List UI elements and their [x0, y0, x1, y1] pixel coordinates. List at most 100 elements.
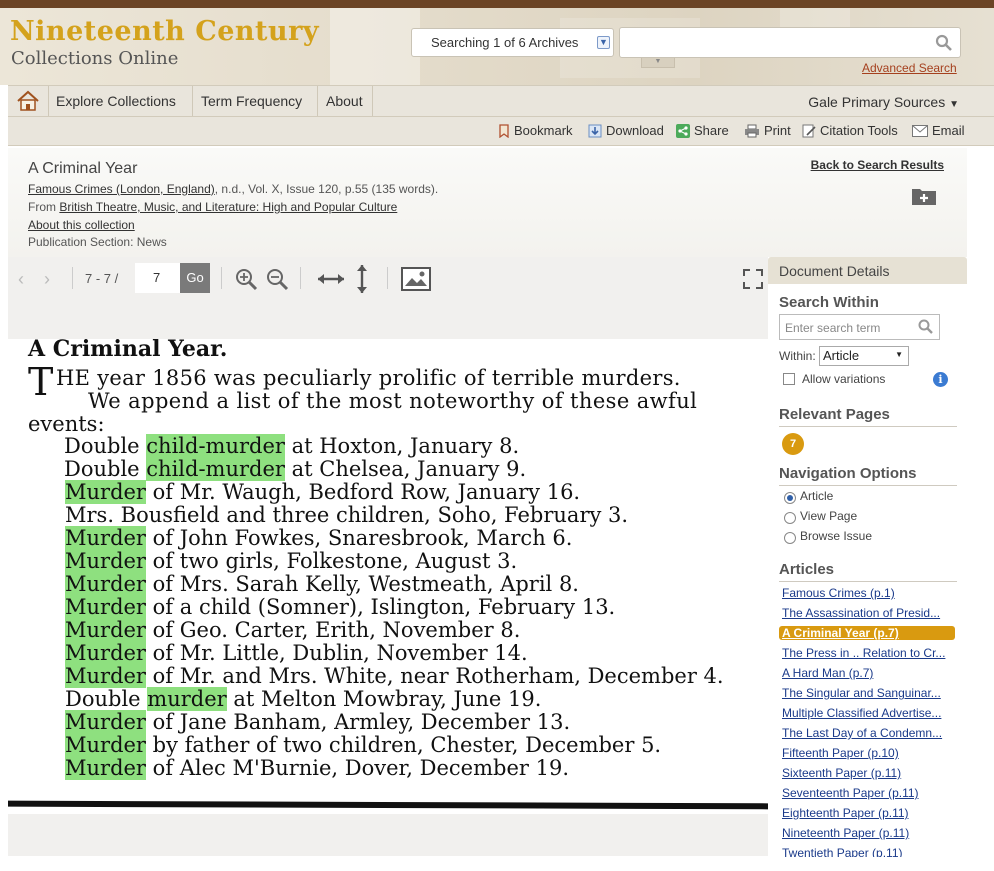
scan-entry-text: of Mr. Little, Dublin, November 14.: [145, 641, 528, 665]
search-term-highlight: Murder: [65, 618, 146, 642]
share-button[interactable]: Share: [676, 123, 729, 138]
email-button[interactable]: Email: [912, 123, 965, 138]
scan-entry-text: of Jane Banham, Armley, December 13.: [145, 710, 571, 734]
scan-entry-text: at Hoxton, January 8.: [284, 434, 520, 458]
fit-height-icon[interactable]: [353, 263, 371, 295]
home-icon: [17, 90, 39, 111]
page-number-input[interactable]: 7: [135, 263, 183, 293]
source-link[interactable]: Famous Crimes (London, England): [28, 182, 215, 196]
nav-divider: [372, 86, 373, 116]
citation-tools-button[interactable]: Citation Tools: [802, 123, 898, 138]
site-logo-subtitle[interactable]: Collections Online: [11, 48, 178, 69]
nav-term-frequency[interactable]: Term Frequency: [201, 86, 302, 116]
zoom-in-icon[interactable]: [234, 267, 258, 291]
source-details: , n.d., Vol. X, Issue 120, p.55 (135 wor…: [214, 182, 439, 196]
article-link[interactable]: Fifteenth Paper (p.10): [782, 746, 950, 760]
article-link[interactable]: Twentieth Paper (p.11): [782, 846, 950, 857]
nav-divider: [192, 86, 193, 116]
scan-entry-text: Mrs. Bousfield and three children, Soho,…: [65, 503, 629, 527]
archive-scope-label: Searching 1 of 6 Archives: [431, 35, 579, 50]
scan-entry: Murder of Jane Banham, Armley, December …: [65, 710, 570, 734]
article-link[interactable]: Seventeenth Paper (p.11): [782, 786, 950, 800]
search-icon[interactable]: [918, 319, 934, 335]
scan-entry-text: of two girls, Folkestone, August 3.: [145, 549, 518, 573]
search-icon[interactable]: [935, 34, 953, 52]
back-to-results-link[interactable]: Back to Search Results: [811, 158, 944, 172]
radio-browse-issue[interactable]: [784, 532, 796, 544]
search-expand-tab[interactable]: ▼: [641, 58, 675, 68]
info-icon[interactable]: i: [933, 372, 948, 387]
article-link[interactable]: The Singular and Sanguinar...: [782, 686, 950, 700]
search-term-highlight: child-murder: [146, 457, 285, 481]
nav-explore-collections[interactable]: Explore Collections: [56, 86, 176, 116]
previous-page-icon[interactable]: ‹: [18, 269, 24, 290]
article-link[interactable]: Eighteenth Paper (p.11): [782, 806, 950, 820]
scan-drop-cap: T: [28, 360, 54, 404]
download-button[interactable]: Download: [588, 123, 664, 138]
scan-entry: Murder of Mr. and Mrs. White, near Rothe…: [65, 664, 724, 688]
article-link[interactable]: The Assassination of Presid...: [782, 606, 950, 620]
article-link[interactable]: The Last Day of a Condemn...: [782, 726, 950, 740]
nav-about[interactable]: About: [326, 86, 363, 116]
advanced-search-link[interactable]: Advanced Search: [862, 61, 957, 75]
archive-scope-select[interactable]: Searching 1 of 6 Archives ▼: [411, 28, 614, 57]
home-button[interactable]: [8, 86, 48, 116]
article-link[interactable]: Sixteenth Paper (p.11): [782, 766, 950, 780]
share-label: Share: [694, 123, 729, 138]
article-link[interactable]: A Hard Man (p.7): [782, 666, 950, 680]
radio-browse-issue-label: Browse Issue: [800, 529, 873, 543]
article-link[interactable]: Famous Crimes (p.1): [782, 586, 950, 600]
bookmark-button[interactable]: Bookmark: [498, 123, 573, 138]
page-indicator: 7 - 7 /: [85, 271, 119, 286]
scan-entry-text: Double: [65, 687, 148, 711]
go-button[interactable]: Go: [180, 263, 210, 293]
search-within-input[interactable]: Enter search term: [779, 314, 940, 340]
next-page-icon[interactable]: ›: [44, 269, 50, 290]
viewer-toolbar: ‹ › 7 - 7 / 7 Go: [8, 257, 768, 339]
document-details-panel: Document Details Search Within Enter sea…: [768, 257, 967, 857]
allow-variations-checkbox[interactable]: [783, 373, 795, 385]
print-label: Print: [764, 123, 791, 138]
scan-intro-line-3: events:: [28, 412, 105, 436]
document-title: A Criminal Year: [28, 160, 138, 177]
document-details-header[interactable]: Document Details: [768, 257, 967, 284]
gale-primary-sources-menu[interactable]: Gale Primary Sources ▼: [808, 94, 959, 110]
search-input[interactable]: [619, 27, 961, 58]
relevant-page-badge[interactable]: 7: [782, 433, 804, 455]
nav-divider: [317, 86, 318, 116]
scan-entry-text: at Chelsea, January 9.: [284, 457, 527, 481]
print-button[interactable]: Print: [744, 123, 791, 138]
site-header: Nineteenth Century Collections Online Se…: [0, 8, 994, 85]
collection-link[interactable]: British Theatre, Music, and Literature: …: [59, 200, 397, 214]
search-term-highlight: Murder: [65, 756, 146, 780]
scan-entry: Murder of Mrs. Sarah Kelly, Westmeath, A…: [65, 572, 579, 596]
caret-down-icon: ▼: [895, 350, 903, 359]
article-link[interactable]: Nineteenth Paper (p.11): [782, 826, 950, 840]
article-link[interactable]: The Press in .. Relation to Cr...: [782, 646, 950, 660]
within-select[interactable]: Article ▼: [819, 346, 909, 366]
add-to-folder-icon[interactable]: [911, 186, 937, 206]
article-link[interactable]: Multiple Classified Advertise...: [782, 706, 950, 720]
about-collection-link[interactable]: About this collection: [28, 218, 135, 232]
scan-entry-text: of Alec M'Burnie, Dover, December 19.: [145, 756, 569, 780]
article-link[interactable]: A Criminal Year (p.7): [779, 626, 955, 640]
scan-entry: Murder of Mr. Waugh, Bedford Row, Januar…: [65, 480, 580, 504]
radio-article[interactable]: [784, 492, 796, 504]
nav-divider: [48, 86, 49, 116]
fit-width-icon[interactable]: [316, 269, 346, 289]
main-nav: Explore Collections Term Frequency About…: [8, 85, 994, 117]
scan-entry: Double murder at Melton Mowbray, June 19…: [65, 687, 541, 711]
download-label: Download: [606, 123, 664, 138]
navigation-options-heading: Navigation Options: [779, 465, 957, 486]
search-term-highlight: murder: [147, 687, 227, 711]
radio-view-page[interactable]: [784, 512, 796, 524]
allow-variations-label: Allow variations: [802, 372, 886, 386]
fullscreen-icon[interactable]: [743, 269, 763, 289]
image-view-icon[interactable]: [401, 267, 431, 291]
site-logo-title[interactable]: Nineteenth Century: [10, 16, 319, 47]
share-icon: [676, 123, 690, 138]
zoom-out-icon[interactable]: [265, 267, 289, 291]
scan-entry-text: of a child (Somner), Islington, February…: [145, 595, 616, 619]
radio-article-label: Article: [800, 489, 834, 503]
chevron-down-icon[interactable]: ▼: [597, 36, 610, 49]
